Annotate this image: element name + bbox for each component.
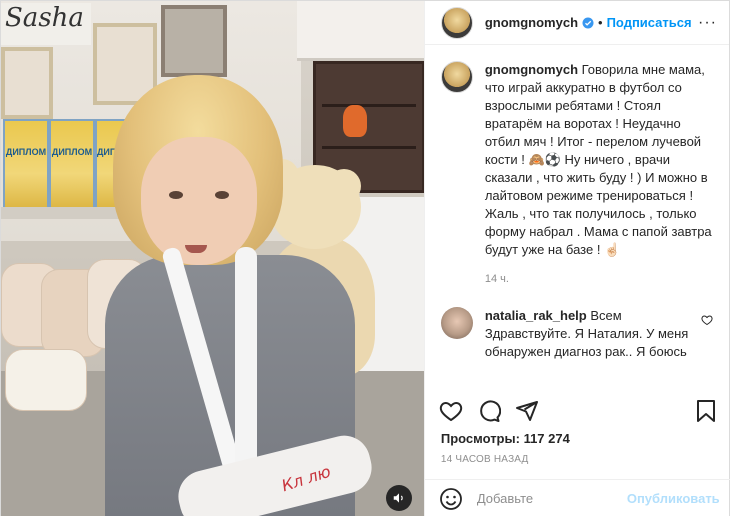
- avatar[interactable]: [440, 61, 473, 93]
- verified-badge-icon: [582, 17, 594, 29]
- like-heart-icon[interactable]: [439, 399, 463, 423]
- views-count[interactable]: Просмотры: 117 274: [441, 431, 570, 446]
- comment-input[interactable]: [476, 491, 627, 506]
- post-sidebar: gnomgnomych • Подписаться ··· gnomgnomyc…: [423, 1, 730, 516]
- post-video[interactable]: Sasha ДИПЛОМ ДИПЛОМ ДИПЛОМ: [1, 1, 424, 516]
- comment-bubble-icon[interactable]: [477, 399, 501, 423]
- comment-text: natalia_rak_help Всем Здравствуйте. Я На…: [485, 307, 709, 359]
- comments-list[interactable]: gnomgnomych Говорила мне мама, что играй…: [425, 45, 729, 359]
- sound-toggle-button[interactable]: [386, 485, 412, 511]
- cat-pillow: [5, 349, 87, 411]
- kid-eye: [215, 191, 229, 199]
- photo-frame: [161, 5, 227, 77]
- comment-username-link[interactable]: natalia_rak_help: [485, 308, 587, 323]
- instagram-post: Sasha ДИПЛОМ ДИПЛОМ ДИПЛОМ: [0, 0, 730, 516]
- caption-time[interactable]: 14 ч.: [485, 273, 713, 285]
- post-header: gnomgnomych • Подписаться ···: [424, 1, 729, 45]
- caption-body: Говорила мне мама, что играй аккуратно в…: [484, 62, 712, 257]
- views-number: 117 274: [523, 431, 570, 446]
- views-label: Просмотры:: [440, 431, 520, 446]
- publish-button[interactable]: Опубликовать: [627, 491, 720, 506]
- avatar[interactable]: [440, 307, 473, 339]
- emoji-smiley-icon[interactable]: [439, 487, 463, 511]
- caption-text: gnomgnomych Говорила мне мама, что играй…: [485, 61, 713, 259]
- wall-drawing: [297, 1, 424, 61]
- follow-button[interactable]: Подписаться: [607, 15, 692, 30]
- posted-ago[interactable]: 14 ЧАСОВ НАЗАД: [441, 454, 529, 465]
- share-paper-plane-icon[interactable]: [515, 399, 539, 423]
- more-options-button[interactable]: ···: [698, 14, 717, 32]
- caption-username-link[interactable]: gnomgnomych: [485, 62, 578, 77]
- diploma: ДИПЛОМ: [3, 119, 49, 211]
- save-bookmark-icon[interactable]: [695, 399, 717, 423]
- name-sign: Sasha: [1, 3, 91, 45]
- action-bar: [425, 397, 730, 425]
- separator-dot: •: [598, 15, 603, 30]
- username-link[interactable]: gnomgnomych: [485, 15, 578, 30]
- fox-toy: [343, 105, 367, 137]
- diploma: ДИПЛОМ: [49, 119, 95, 211]
- kid-eye: [169, 191, 183, 199]
- like-comment-heart-icon[interactable]: [701, 313, 713, 331]
- shelf-edge: [1, 207, 131, 219]
- photo-frame: [1, 47, 53, 119]
- speaker-icon: [393, 493, 403, 503]
- add-comment-bar: Опубликовать: [424, 479, 730, 516]
- caption: gnomgnomych Говорила мне мама, что играй…: [440, 61, 713, 259]
- avatar[interactable]: [440, 6, 473, 39]
- comment-item: natalia_rak_help Всем Здравствуйте. Я На…: [440, 307, 713, 359]
